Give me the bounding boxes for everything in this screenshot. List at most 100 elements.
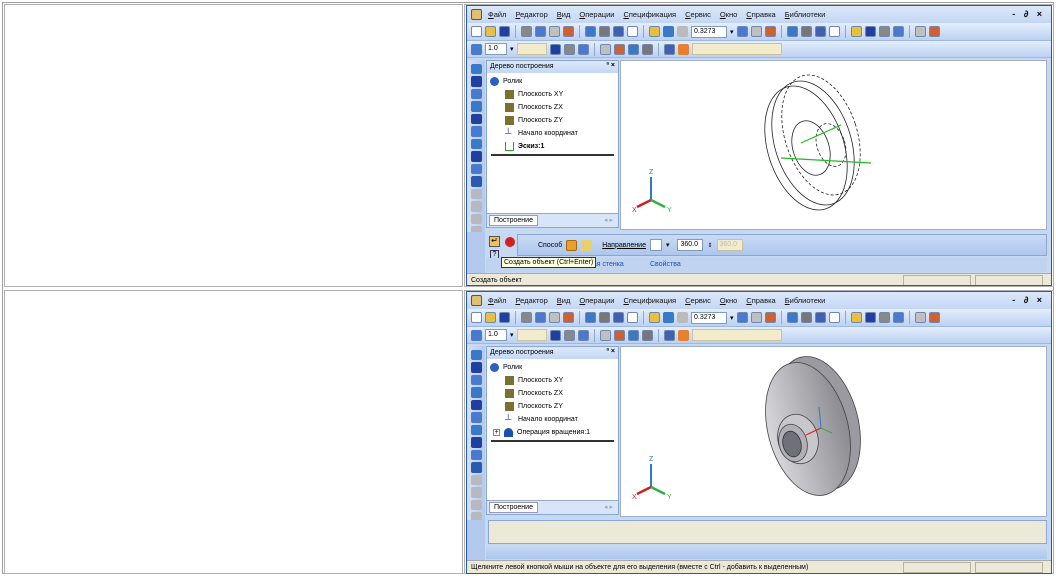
tree-item[interactable]: Плоскость ZX [505,103,563,112]
compact-toolbar-button[interactable] [470,399,482,411]
toolbar-button[interactable] [641,43,653,55]
compact-toolbar-button[interactable] [470,499,482,511]
menu-item[interactable]: Спецификация [623,10,676,19]
spinner-icon[interactable]: ⇕ [707,242,712,249]
toolbar-button[interactable] [892,312,904,323]
method-sphere-button[interactable] [581,239,593,251]
menu-item[interactable]: Редактор [515,296,547,305]
toolbar-button[interactable] [786,26,798,37]
toolbar-button[interactable] [613,312,624,323]
angle1-field[interactable]: 360.0 [677,239,704,251]
toolbar-button[interactable] [828,312,840,323]
toolbar-button[interactable] [499,312,510,323]
tree-root[interactable]: Ролик [490,363,522,372]
toolbar-button[interactable] [864,26,876,37]
menu-item[interactable]: Операции [579,10,614,19]
app-icon[interactable] [471,295,482,306]
toolbar-button[interactable] [627,329,639,341]
toolbar-button[interactable] [577,43,589,55]
toolbar-button[interactable] [892,26,904,37]
toolbar-button[interactable] [878,312,890,323]
compact-toolbar-button[interactable] [470,88,482,100]
toolbar-button[interactable] [549,26,560,37]
stop-button[interactable] [505,237,515,247]
compact-toolbar-button[interactable] [470,362,482,373]
menu-item[interactable]: Сервис [685,10,711,19]
compact-toolbar-button[interactable] [470,374,482,386]
method-toroid-button[interactable] [566,239,578,251]
compact-toolbar-button[interactable] [470,76,482,87]
toolbar-button[interactable] [786,312,798,323]
toolbar-button[interactable] [599,43,611,55]
toolbar-button[interactable] [549,312,560,323]
compact-toolbar-button[interactable] [470,176,482,187]
menu-item[interactable]: Справка [746,10,775,19]
rollback-line[interactable] [491,154,614,156]
menu-item[interactable]: Операции [579,296,614,305]
toolbar-button[interactable] [814,26,826,37]
menu-item[interactable]: Спецификация [623,296,676,305]
tree-item[interactable]: Эскиз:1 [505,142,544,151]
search-icon[interactable] [663,312,674,323]
snap-icon[interactable] [677,329,689,341]
compact-toolbar-button[interactable] [470,126,482,137]
compact-toolbar-button[interactable] [470,64,482,75]
model-viewport[interactable]: Z X Y [620,60,1047,230]
toolbar-button[interactable] [736,26,748,37]
toolbar-button[interactable] [471,312,482,323]
toolbar-button[interactable] [563,26,574,37]
toolbar-button[interactable] [535,26,546,37]
toolbar-button[interactable] [499,26,510,37]
tree-item[interactable]: Плоскость XY [505,376,563,385]
toolbar-button[interactable] [549,329,561,341]
menu-item[interactable]: Редактор [515,10,547,19]
compact-toolbar-button[interactable] [470,437,482,448]
toolbar-button[interactable] [485,26,496,37]
toolbar-button[interactable] [599,329,611,341]
toolbar-button[interactable] [928,26,940,37]
toolbar-button[interactable] [878,26,890,37]
compact-toolbar-button[interactable] [470,487,482,498]
tab-build[interactable]: Построение [489,215,538,226]
toolbar-button[interactable] [613,329,625,341]
scale-field[interactable]: 1.0 [485,43,507,55]
toolbar-button[interactable] [585,312,596,323]
compact-toolbar-button[interactable] [470,151,482,162]
chevron-down-icon[interactable]: ▾ [510,331,514,339]
app-icon[interactable] [471,9,482,20]
compact-toolbar-button[interactable] [470,188,482,200]
toolbar-button[interactable] [928,312,940,323]
tree-item[interactable]: ┴ Начало координат [505,415,578,424]
zoom-field[interactable]: 0.3273 [691,311,727,324]
compact-toolbar-button[interactable] [470,138,482,150]
toolbar-button[interactable] [914,26,926,37]
toolbar-button[interactable] [800,26,812,37]
window-controls[interactable]: - ∂ × [1012,9,1045,19]
tree-item[interactable]: ┴ Начало координат [505,129,578,138]
compact-toolbar-button[interactable] [470,113,482,125]
menu-item[interactable]: Вид [557,10,571,19]
toolbar-button[interactable] [764,312,776,323]
close-icon[interactable]: ª × [606,62,615,69]
menu-item[interactable]: Окно [720,10,737,19]
menu-item[interactable]: Вид [557,296,571,305]
menu-item[interactable]: Файл [488,10,506,19]
toolbar-button[interactable] [627,43,639,55]
menu-item[interactable]: Окно [720,296,737,305]
toolbar-button[interactable] [599,312,610,323]
expand-icon[interactable]: + [493,429,500,436]
menu-item[interactable]: Библиотеки [785,10,826,19]
scroll-arrows[interactable]: ◂ ▸ [604,216,613,224]
compact-toolbar-button[interactable] [470,101,482,112]
tree-item[interactable]: Плоскость ZY [505,116,563,125]
toolbar-button[interactable] [613,43,625,55]
snap-icon[interactable] [677,43,689,55]
scale-field[interactable]: 1.0 [485,329,507,341]
toolbar-button[interactable] [563,43,575,55]
compact-toolbar-button[interactable] [470,387,482,398]
compact-toolbar-button[interactable] [470,449,482,461]
tab-build[interactable]: Построение [489,502,538,513]
compact-toolbar-button[interactable] [470,350,482,361]
toolbar-button[interactable] [850,312,862,323]
tree-item[interactable]: Плоскость ZY [505,402,563,411]
